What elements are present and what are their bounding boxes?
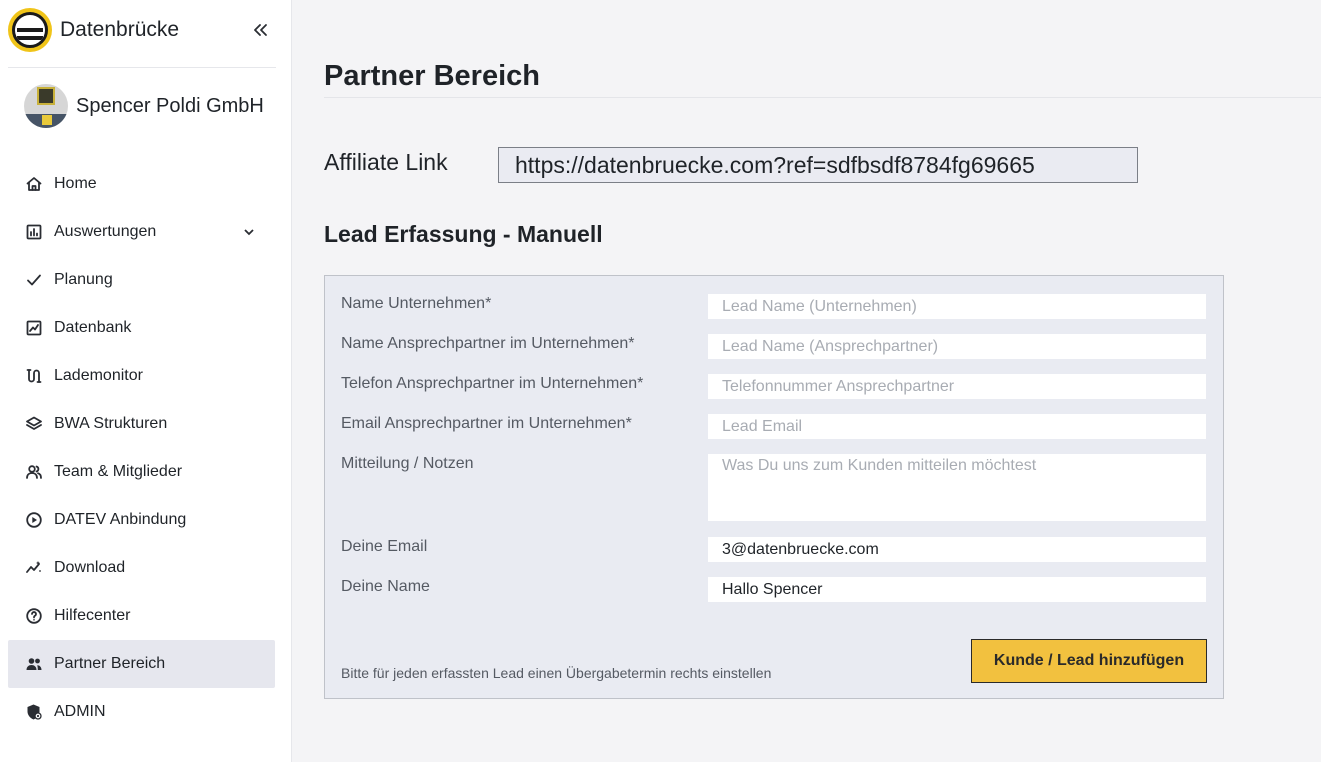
brand: Datenbrücke [8,8,276,52]
chevron-down-icon[interactable] [241,224,257,240]
sidebar-item-hilfecenter[interactable]: Hilfecenter [8,592,275,640]
sidebar-item-label: ADMIN [54,703,106,720]
affiliate-link-label: Affiliate Link [324,149,448,175]
contact-email-label: Email Ansprechpartner im Unternehmen* [341,415,632,432]
sidebar-item-admin[interactable]: ADMIN [8,688,275,736]
sidebar-divider [8,67,276,68]
sidebar-item-label: Partner Bereich [54,655,166,672]
sidebar-item-team-mitglieder[interactable]: Team & Mitglieder [8,448,275,496]
company-name: Spencer Poldi GmbH [76,94,264,117]
company-switcher[interactable]: Spencer Poldi GmbH [24,84,264,128]
notes-label: Mitteilung / Notzen [341,455,474,472]
contact-email-input[interactable] [708,414,1206,439]
sidebar-item-label: Hilfecenter [54,607,131,624]
company-name-input[interactable] [708,294,1206,319]
sidebar-nav: Home Auswertungen Planung Datenbank Lade… [8,160,275,736]
sidebar-item-label: Auswertungen [54,223,157,240]
sidebar-item-datenbank[interactable]: Datenbank [8,304,275,352]
collapse-sidebar-button[interactable] [248,18,272,42]
add-lead-button[interactable]: Kunde / Lead hinzufügen [971,639,1207,683]
sidebar-item-label: Home [54,175,97,192]
sidebar-item-label: DATEV Anbindung [54,511,187,528]
your-name-input[interactable] [708,577,1206,602]
sidebar-item-label: Download [54,559,126,576]
affiliate-link-field[interactable]: https://datenbruecke.com?ref=sdfbsdf8784… [498,147,1138,183]
sidebar-item-datev-anbindung[interactable]: DATEV Anbindung [8,496,275,544]
people-icon [24,462,44,482]
company-avatar [24,84,68,128]
contact-phone-label: Telefon Ansprechpartner im Unternehmen* [341,375,644,392]
notes-textarea[interactable] [708,454,1206,521]
sidebar-item-label: BWA Strukturen [54,415,168,432]
check-icon [24,270,44,290]
sidebar-item-label: Lademonitor [54,367,143,384]
company-name-label: Name Unternehmen* [341,295,492,312]
contact-name-label: Name Ansprechpartner im Unternehmen* [341,335,635,352]
title-divider [324,97,1321,98]
sidebar-item-label: Planung [54,271,113,288]
sidebar-item-partner-bereich[interactable]: Partner Bereich [8,640,275,688]
lead-form: Name Unternehmen* Name Ansprechpartner i… [324,275,1224,699]
home-icon [24,174,44,194]
shield-icon [24,702,44,722]
brand-name: Datenbrücke [60,18,180,41]
people-icon [24,654,44,674]
main-content: Partner Bereich Affiliate Link https://d… [292,0,1321,762]
sidebar-item-auswertungen[interactable]: Auswertungen [8,208,275,256]
help-circle-icon [24,606,44,626]
play-circle-icon [24,510,44,530]
contact-name-input[interactable] [708,334,1206,359]
contact-phone-input[interactable] [708,374,1206,399]
sidebar-item-label: Team & Mitglieder [54,463,183,480]
sparkline-icon [24,558,44,578]
your-email-label: Deine Email [341,538,428,555]
your-name-label: Deine Name [341,578,430,595]
sidebar-item-bwa-strukturen[interactable]: BWA Strukturen [8,400,275,448]
sidebar-item-home[interactable]: Home [8,160,275,208]
sidebar-item-planung[interactable]: Planung [8,256,275,304]
line-chart-icon [24,318,44,338]
sidebar-item-lademonitor[interactable]: Lademonitor [8,352,275,400]
sidebar: Datenbrücke Spencer Poldi GmbH Home Ausw… [0,0,292,762]
chart-icon [24,222,44,242]
double-chevron-left-icon [254,24,267,36]
form-hint: Bitte für jeden erfassten Lead einen Übe… [341,665,772,681]
brand-logo-icon [8,8,52,52]
sidebar-item-download[interactable]: Download [8,544,275,592]
route-icon [24,366,44,386]
page-title: Partner Bereich [324,60,540,92]
lead-section-title: Lead Erfassung - Manuell [324,221,603,247]
layers-icon [24,414,44,434]
your-email-input[interactable] [708,537,1206,562]
sidebar-item-label: Datenbank [54,319,132,336]
